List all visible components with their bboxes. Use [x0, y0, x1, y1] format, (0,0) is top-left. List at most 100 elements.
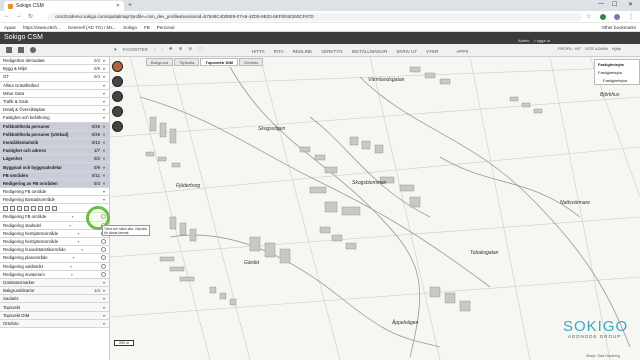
chevron-down-icon[interactable]: ▾	[69, 223, 71, 228]
layer-row[interactable]: Fastighet och befolkning ▾	[0, 114, 109, 123]
chevron-down-icon[interactable]: ▾	[103, 313, 109, 318]
logout-link[interactable]: Logga ut	[534, 38, 550, 43]
layer-tool-icon[interactable]	[45, 205, 50, 211]
menu-verktyg[interactable]: VERKTYG	[321, 49, 343, 54]
layer-row[interactable]: Redigering FB område ▾	[0, 188, 109, 197]
user-icon[interactable]	[30, 47, 36, 53]
favorites-icon[interactable]: ♥	[114, 47, 117, 52]
chevron-down-icon[interactable]: ▾	[103, 280, 109, 285]
chevron-down-icon[interactable]: ▾	[72, 255, 74, 260]
minimize-icon[interactable]: —	[598, 1, 604, 7]
chevron-down-icon[interactable]: ▾	[78, 231, 80, 236]
layers-icon[interactable]	[18, 47, 24, 53]
chevron-down-icon[interactable]: ▾	[78, 239, 80, 244]
bookmark-star-icon[interactable]: ☆	[586, 13, 591, 20]
layer-row[interactable]: Detalj & Översiktsplan ▾	[0, 106, 109, 115]
group-row[interactable]: Gatstatusmarker ▾	[0, 278, 109, 288]
chevron-down-icon[interactable]: ▾	[103, 173, 109, 178]
chevron-down-icon[interactable]: ▾	[103, 189, 109, 194]
edit-layer-row[interactable]: Redigering valdistrikt ▾	[0, 262, 109, 271]
layer-row[interactable]: Trafik & Gata ▾	[0, 97, 109, 107]
zoom-out-icon[interactable]: ⊖	[188, 46, 192, 52]
group-row[interactable]: Ortofoto ▾	[0, 319, 109, 328]
layer-tool-icon[interactable]	[17, 205, 22, 211]
group-row[interactable]: Topovekt DIM ▾	[0, 311, 109, 320]
chevron-down-icon[interactable]: ▾	[103, 148, 109, 153]
chevron-down-icon[interactable]: ▾	[103, 83, 109, 88]
menu-hitta[interactable]: HITTA	[252, 49, 265, 54]
layer-row[interactable]: Folkbokförda personer (Utökad) 0/26 ▾	[0, 130, 109, 139]
map-tool-icon[interactable]	[112, 106, 123, 117]
reload-button[interactable]: ↻	[28, 13, 33, 20]
layer-row[interactable]: Redigerbar demodata 0/2 ▾	[0, 57, 109, 66]
edit-layer-row[interactable]: Redigering planområde ▾	[0, 254, 109, 263]
map-tool-icon[interactable]	[112, 121, 123, 132]
other-bookmarks[interactable]: Other bookmarks	[601, 25, 636, 30]
select-icon[interactable]: ⬚	[198, 46, 202, 52]
visibility-toggle-icon[interactable]	[101, 255, 106, 261]
group-row[interactable]: Saolaris ▾	[0, 295, 109, 304]
map-tool-icon[interactable]	[112, 91, 123, 102]
forward-arrow-icon[interactable]: ›	[161, 47, 163, 52]
chevron-down-icon[interactable]: ▾	[103, 288, 109, 293]
layer-row[interactable]: Redigering Bostadsområde ▾	[0, 196, 109, 205]
layer-row[interactable]: Fastighet och adress 1/7 ▾	[0, 147, 109, 156]
new-tab-button[interactable]: +	[128, 2, 132, 9]
bookmark-item[interactable]: FB	[144, 25, 150, 30]
layer-tool-icon[interactable]	[24, 205, 29, 211]
gear-icon[interactable]	[6, 47, 12, 53]
layer-tool-icon[interactable]	[31, 205, 36, 211]
url-input[interactable]: csm314demo.sokigo.com/spatialmap?profile…	[47, 13, 582, 21]
chevron-down-icon[interactable]: ▾	[72, 214, 74, 219]
chevron-down-icon[interactable]: ▾	[71, 272, 73, 277]
visibility-toggle-icon[interactable]	[101, 263, 106, 269]
menu-redline[interactable]: REDLINE	[293, 49, 313, 54]
menu-rita[interactable]: RITA	[274, 49, 284, 54]
chevron-down-icon[interactable]: ▾	[103, 107, 109, 112]
edit-layer-row[interactable]: Redigering hemtjänstområde ▾	[0, 229, 109, 238]
chevron-down-icon[interactable]: ▾	[81, 247, 83, 252]
layer-row[interactable]: Allma Grävtillstånd ▾	[0, 81, 109, 90]
layer-tool-icon[interactable]	[38, 205, 43, 211]
edit-layer-row[interactable]: Redigering huvudstatistikområde ▾	[0, 246, 109, 255]
panel-item[interactable]: Fastighetsyta	[595, 68, 639, 76]
panel-item[interactable]: Fastighetsyta	[595, 76, 639, 84]
bookmark-item[interactable]: https://www.e5sh...	[23, 25, 61, 30]
bookmark-item[interactable]: Personal	[157, 25, 175, 30]
chevron-down-icon[interactable]: ▾	[103, 58, 109, 63]
basemap-tab-selected[interactable]: Topovektr DIM	[200, 58, 238, 66]
favorites-button[interactable]: FAVORITER	[123, 47, 148, 52]
layer-row[interactable]: Lägenhet 0/2 ▾	[0, 155, 109, 164]
zoom-in-icon[interactable]: ⊕	[179, 46, 183, 52]
visibility-toggle-icon[interactable]	[101, 271, 106, 277]
map-canvas[interactable]	[110, 57, 640, 360]
basemap-tab[interactable]: Topkarta	[174, 58, 200, 66]
close-tab-icon[interactable]: ✕	[116, 3, 120, 9]
layer-row[interactable]: Bygg & Miljö 0/9 ▾	[0, 65, 109, 74]
maximize-icon[interactable]: ☐	[612, 1, 617, 8]
layer-tool-icon[interactable]	[10, 205, 15, 211]
basemap-tab[interactable]: Bakgrund	[146, 58, 174, 66]
forward-button[interactable]: →	[16, 13, 22, 19]
menu-vyer[interactable]: VYER	[426, 49, 438, 54]
chevron-down-icon[interactable]: ▾	[103, 132, 109, 137]
chevron-down-icon[interactable]: ▾	[103, 74, 109, 79]
pan-icon[interactable]: ✥	[169, 46, 173, 52]
profile-link[interactable]: PROFIL: HIT	[558, 46, 581, 51]
chevron-down-icon[interactable]: ▾	[103, 181, 109, 186]
extension-icon[interactable]	[600, 14, 606, 20]
chevron-down-icon[interactable]: ▾	[103, 305, 109, 310]
browser-menu-icon[interactable]: ⋮	[628, 13, 634, 20]
site-admin-link[interactable]: SITE ADMIN	[585, 46, 608, 51]
chevron-down-icon[interactable]: ▾	[103, 66, 109, 71]
help-link[interactable]: Hjälp	[612, 46, 621, 51]
back-arrow-icon[interactable]: ‹	[154, 47, 156, 52]
edit-layer-row[interactable]: Redigering invatorium ▾	[0, 270, 109, 279]
layer-row[interactable]: Byggnad och byggnadsdelar 0/9 ▾	[0, 163, 109, 172]
chevron-down-icon[interactable]: ▾	[103, 321, 109, 326]
layer-tool-icon[interactable]	[3, 205, 8, 211]
layer-row[interactable]: Redigering av FB områden 0/3 ▾	[0, 179, 109, 188]
profile-avatar[interactable]	[614, 14, 620, 20]
layer-row[interactable]: Inomåldsstatistik 0/12 ▾	[0, 138, 109, 148]
close-window-icon[interactable]: ✕	[628, 1, 633, 8]
